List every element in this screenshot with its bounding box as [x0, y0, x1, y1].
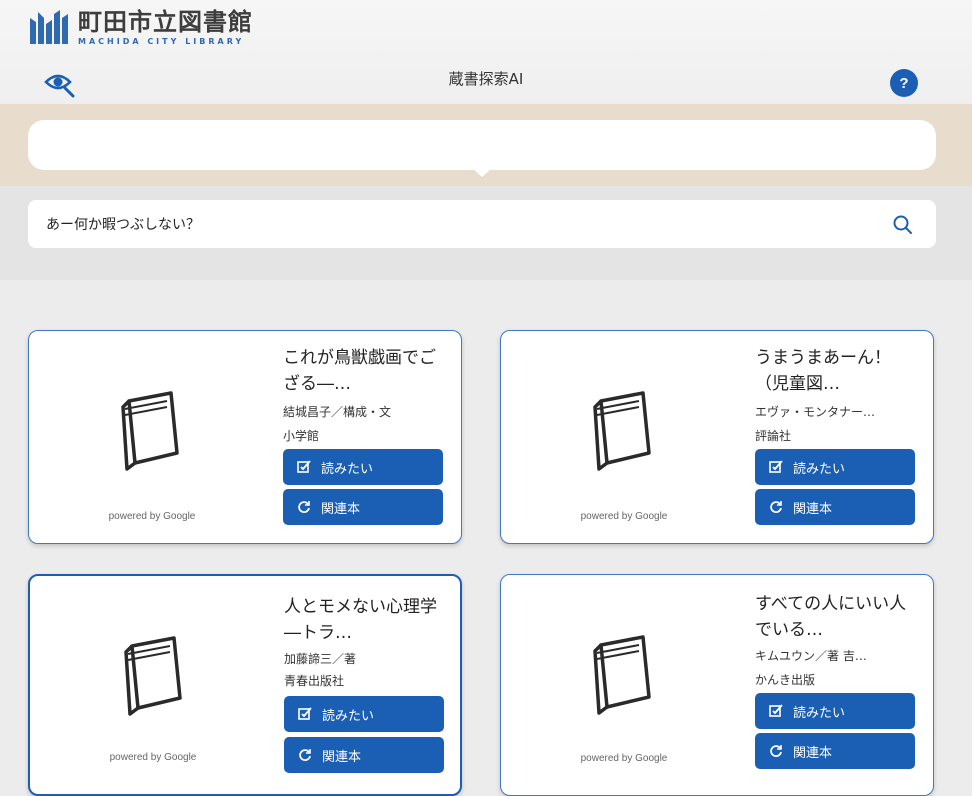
book-title[interactable]: 人とモメない心理学―トラ…: [284, 594, 452, 646]
want-to-read-button[interactable]: 読みたい: [755, 449, 915, 485]
powered-by-google: powered by Google: [580, 753, 668, 764]
logo-subtitle: MACHIDA CITY LIBRARY: [78, 36, 245, 46]
book-publisher: 小学館: [283, 429, 320, 443]
book-card[interactable]: powered by Google うまうまあーん！（児童図… エヴァ・モンタナ…: [500, 330, 934, 544]
ai-response-bubble: [28, 120, 936, 170]
powered-by-google: powered by Google: [108, 511, 196, 522]
book-publisher: かんき出版: [755, 673, 816, 687]
library-logo-icon: [30, 10, 68, 44]
want-to-read-button[interactable]: 読みたい: [284, 696, 444, 732]
book-icon: [124, 636, 182, 716]
book-title[interactable]: うまうまあーん！（児童図…: [755, 345, 923, 397]
library-logo[interactable]: 町田市立図書館 MACHIDA CITY LIBRARY: [28, 8, 253, 46]
app-header: 町田市立図書館 MACHIDA CITY LIBRARY 蔵書探索AI ?: [0, 0, 972, 104]
search-input[interactable]: [28, 200, 936, 248]
book-card[interactable]: powered by Google すべての人にいい人でいる… キムユウン／著 …: [500, 574, 934, 796]
related-books-button[interactable]: 関連本: [755, 733, 915, 769]
book-title[interactable]: これが鳥獣戯画でござる―…: [283, 345, 451, 397]
powered-by-google: powered by Google: [109, 752, 197, 763]
related-books-label: 関連本: [793, 501, 833, 517]
logo-title: 町田市立図書館: [78, 7, 253, 36]
page-title: 蔵書探索AI: [448, 70, 524, 88]
related-books-button[interactable]: 関連本: [284, 737, 444, 773]
checkbox-edit-icon: [297, 460, 311, 473]
refresh-icon: [299, 749, 311, 761]
want-to-read-label: 読みたい: [322, 708, 375, 724]
book-title[interactable]: すべての人にいい人でいる…: [755, 591, 923, 643]
checkbox-edit-icon: [769, 704, 783, 717]
book-author: 加藤諦三／著: [284, 652, 357, 666]
book-publisher: 評論社: [755, 429, 792, 443]
want-to-read-label: 読みたい: [321, 461, 374, 477]
checkbox-edit-icon: [769, 460, 783, 473]
refresh-icon: [770, 501, 782, 513]
book-author: エヴァ・モンタナー…: [755, 405, 876, 419]
want-to-read-label: 読みたい: [793, 461, 846, 477]
book-icon: [121, 391, 179, 471]
related-books-button[interactable]: 関連本: [283, 489, 443, 525]
want-to-read-button[interactable]: 読みたい: [755, 693, 915, 729]
book-publisher: 青春出版社: [284, 674, 345, 688]
refresh-icon: [770, 745, 782, 757]
related-books-button[interactable]: 関連本: [755, 489, 915, 525]
related-books-label: 関連本: [793, 745, 833, 761]
search-icon[interactable]: [891, 213, 913, 235]
bubble-tail: [472, 168, 492, 177]
checkbox-edit-icon: [298, 707, 312, 720]
refresh-icon: [298, 501, 310, 513]
book-author: 結城昌子／構成・文: [283, 405, 392, 419]
powered-by-google: powered by Google: [580, 511, 668, 522]
book-icon: [593, 635, 651, 715]
book-card[interactable]: powered by Google これが鳥獣戯画でござる―… 結城昌子／構成・…: [28, 330, 462, 544]
related-books-label: 関連本: [321, 501, 361, 517]
book-author: キムユウン／著 吉…: [755, 649, 867, 663]
help-icon[interactable]: ?: [890, 69, 918, 97]
related-books-label: 関連本: [322, 749, 362, 765]
book-icon: [593, 391, 651, 471]
want-to-read-label: 読みたい: [793, 705, 846, 721]
want-to-read-button[interactable]: 読みたい: [283, 449, 443, 485]
book-card[interactable]: powered by Google 人とモメない心理学―トラ… 加藤諦三／著 青…: [28, 574, 462, 796]
